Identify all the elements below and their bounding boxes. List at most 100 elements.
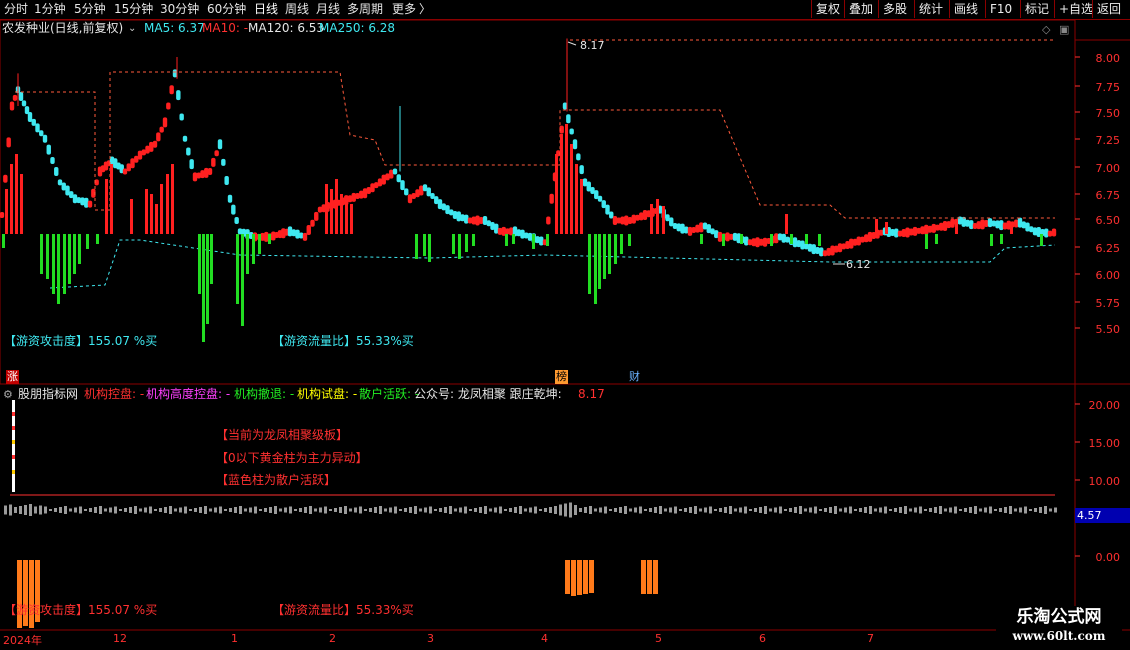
candle bbox=[524, 232, 529, 239]
grey-bar bbox=[454, 508, 457, 512]
grey-bar bbox=[139, 508, 142, 512]
grey-bar bbox=[179, 507, 182, 513]
grey-bar bbox=[809, 507, 812, 513]
grey-bar bbox=[909, 508, 912, 512]
green-bar bbox=[423, 234, 426, 256]
candle bbox=[935, 224, 940, 231]
candle bbox=[687, 226, 693, 236]
candle bbox=[972, 222, 978, 229]
grey-bar bbox=[699, 508, 702, 512]
grey-bar bbox=[704, 507, 707, 513]
kline-chart[interactable] bbox=[0, 0, 1130, 650]
candle bbox=[355, 192, 360, 199]
candle bbox=[306, 225, 311, 236]
red-bar bbox=[570, 144, 573, 234]
grey-bar bbox=[709, 506, 712, 514]
candle bbox=[65, 185, 70, 196]
window-toggle-icon[interactable]: ▣ bbox=[1059, 23, 1069, 37]
candle bbox=[710, 228, 715, 235]
candle bbox=[1002, 222, 1008, 230]
candle bbox=[392, 168, 398, 175]
green-bar bbox=[40, 234, 43, 274]
green-bar bbox=[925, 234, 928, 249]
grey-bar bbox=[59, 507, 62, 513]
candle bbox=[785, 236, 790, 243]
candle bbox=[310, 219, 315, 227]
grey-bar bbox=[339, 507, 342, 513]
green-bar bbox=[1040, 234, 1043, 246]
grey-bar bbox=[1049, 508, 1052, 512]
candle bbox=[867, 231, 873, 242]
grey-bar bbox=[929, 508, 932, 512]
candle bbox=[176, 90, 181, 101]
date-tick: 1 bbox=[231, 632, 238, 645]
candle bbox=[166, 102, 171, 110]
note-line: 【0以下黄金柱为主力异动】 bbox=[216, 451, 368, 465]
chevron-down-icon[interactable]: ⌄ bbox=[128, 22, 136, 36]
grey-bar bbox=[749, 509, 752, 511]
grey-bar bbox=[554, 506, 557, 514]
gear-icon[interactable]: ⚙ bbox=[3, 388, 13, 402]
candle bbox=[980, 219, 985, 230]
green-bar bbox=[86, 234, 89, 249]
red-bar bbox=[145, 189, 148, 234]
candle bbox=[42, 134, 48, 143]
grey-bar bbox=[864, 507, 867, 513]
grey-bar bbox=[1034, 508, 1037, 512]
candle bbox=[141, 149, 146, 156]
candle bbox=[965, 219, 970, 227]
candle bbox=[9, 101, 15, 111]
green-bar bbox=[512, 234, 515, 244]
candle bbox=[672, 222, 678, 229]
sub-panel-title: 股朋指标网 bbox=[18, 387, 79, 401]
orange-bar bbox=[29, 560, 34, 628]
candle bbox=[126, 163, 131, 172]
red-bar bbox=[20, 174, 23, 234]
grey-bar bbox=[459, 507, 462, 513]
grey-bar bbox=[684, 508, 687, 512]
candle bbox=[234, 217, 239, 224]
grey-bar bbox=[319, 507, 322, 513]
marker-cai[interactable]: 财 bbox=[629, 370, 640, 384]
y-tick: 7.75 bbox=[1095, 81, 1121, 94]
y-tick: 0.00 bbox=[1095, 551, 1121, 564]
grey-bar bbox=[924, 509, 927, 511]
marker-zhang[interactable]: 涨 bbox=[6, 370, 19, 384]
candle bbox=[196, 172, 201, 179]
indicator-stack-mark bbox=[12, 412, 15, 416]
y-tick: 6.25 bbox=[1095, 242, 1121, 255]
grey-bar bbox=[1004, 507, 1007, 513]
candle bbox=[969, 220, 974, 230]
candle bbox=[894, 228, 899, 238]
grey-bar bbox=[19, 506, 22, 514]
y-tick: 7.00 bbox=[1095, 162, 1121, 175]
grey-bar bbox=[349, 508, 352, 512]
grey-bar bbox=[329, 509, 332, 511]
grey-bar bbox=[589, 506, 592, 514]
indicator-stack-mark bbox=[12, 470, 15, 474]
candle bbox=[864, 234, 869, 243]
candle bbox=[370, 183, 375, 193]
grey-bar bbox=[129, 507, 132, 513]
grey-bar bbox=[599, 507, 602, 513]
grey-bar bbox=[664, 508, 667, 512]
candle bbox=[747, 239, 753, 246]
grey-bar bbox=[1044, 506, 1047, 514]
ma250-value: MA250: 6.28 bbox=[319, 21, 396, 35]
candle bbox=[879, 229, 884, 236]
grey-bar bbox=[194, 508, 197, 512]
candle bbox=[54, 166, 59, 176]
candle bbox=[452, 211, 458, 220]
diamond-icon[interactable]: ◇ bbox=[1042, 23, 1050, 37]
candle bbox=[901, 229, 906, 238]
y-tick: 6.50 bbox=[1095, 214, 1121, 227]
green-bar bbox=[620, 234, 623, 254]
grey-bar bbox=[714, 509, 717, 511]
marker-bang[interactable]: 榜 bbox=[555, 370, 568, 384]
grey-bar bbox=[354, 507, 357, 513]
grey-bar bbox=[854, 509, 857, 511]
candle bbox=[39, 130, 44, 137]
green-bar bbox=[770, 234, 773, 246]
grey-bar bbox=[994, 509, 997, 511]
candle bbox=[207, 167, 213, 175]
